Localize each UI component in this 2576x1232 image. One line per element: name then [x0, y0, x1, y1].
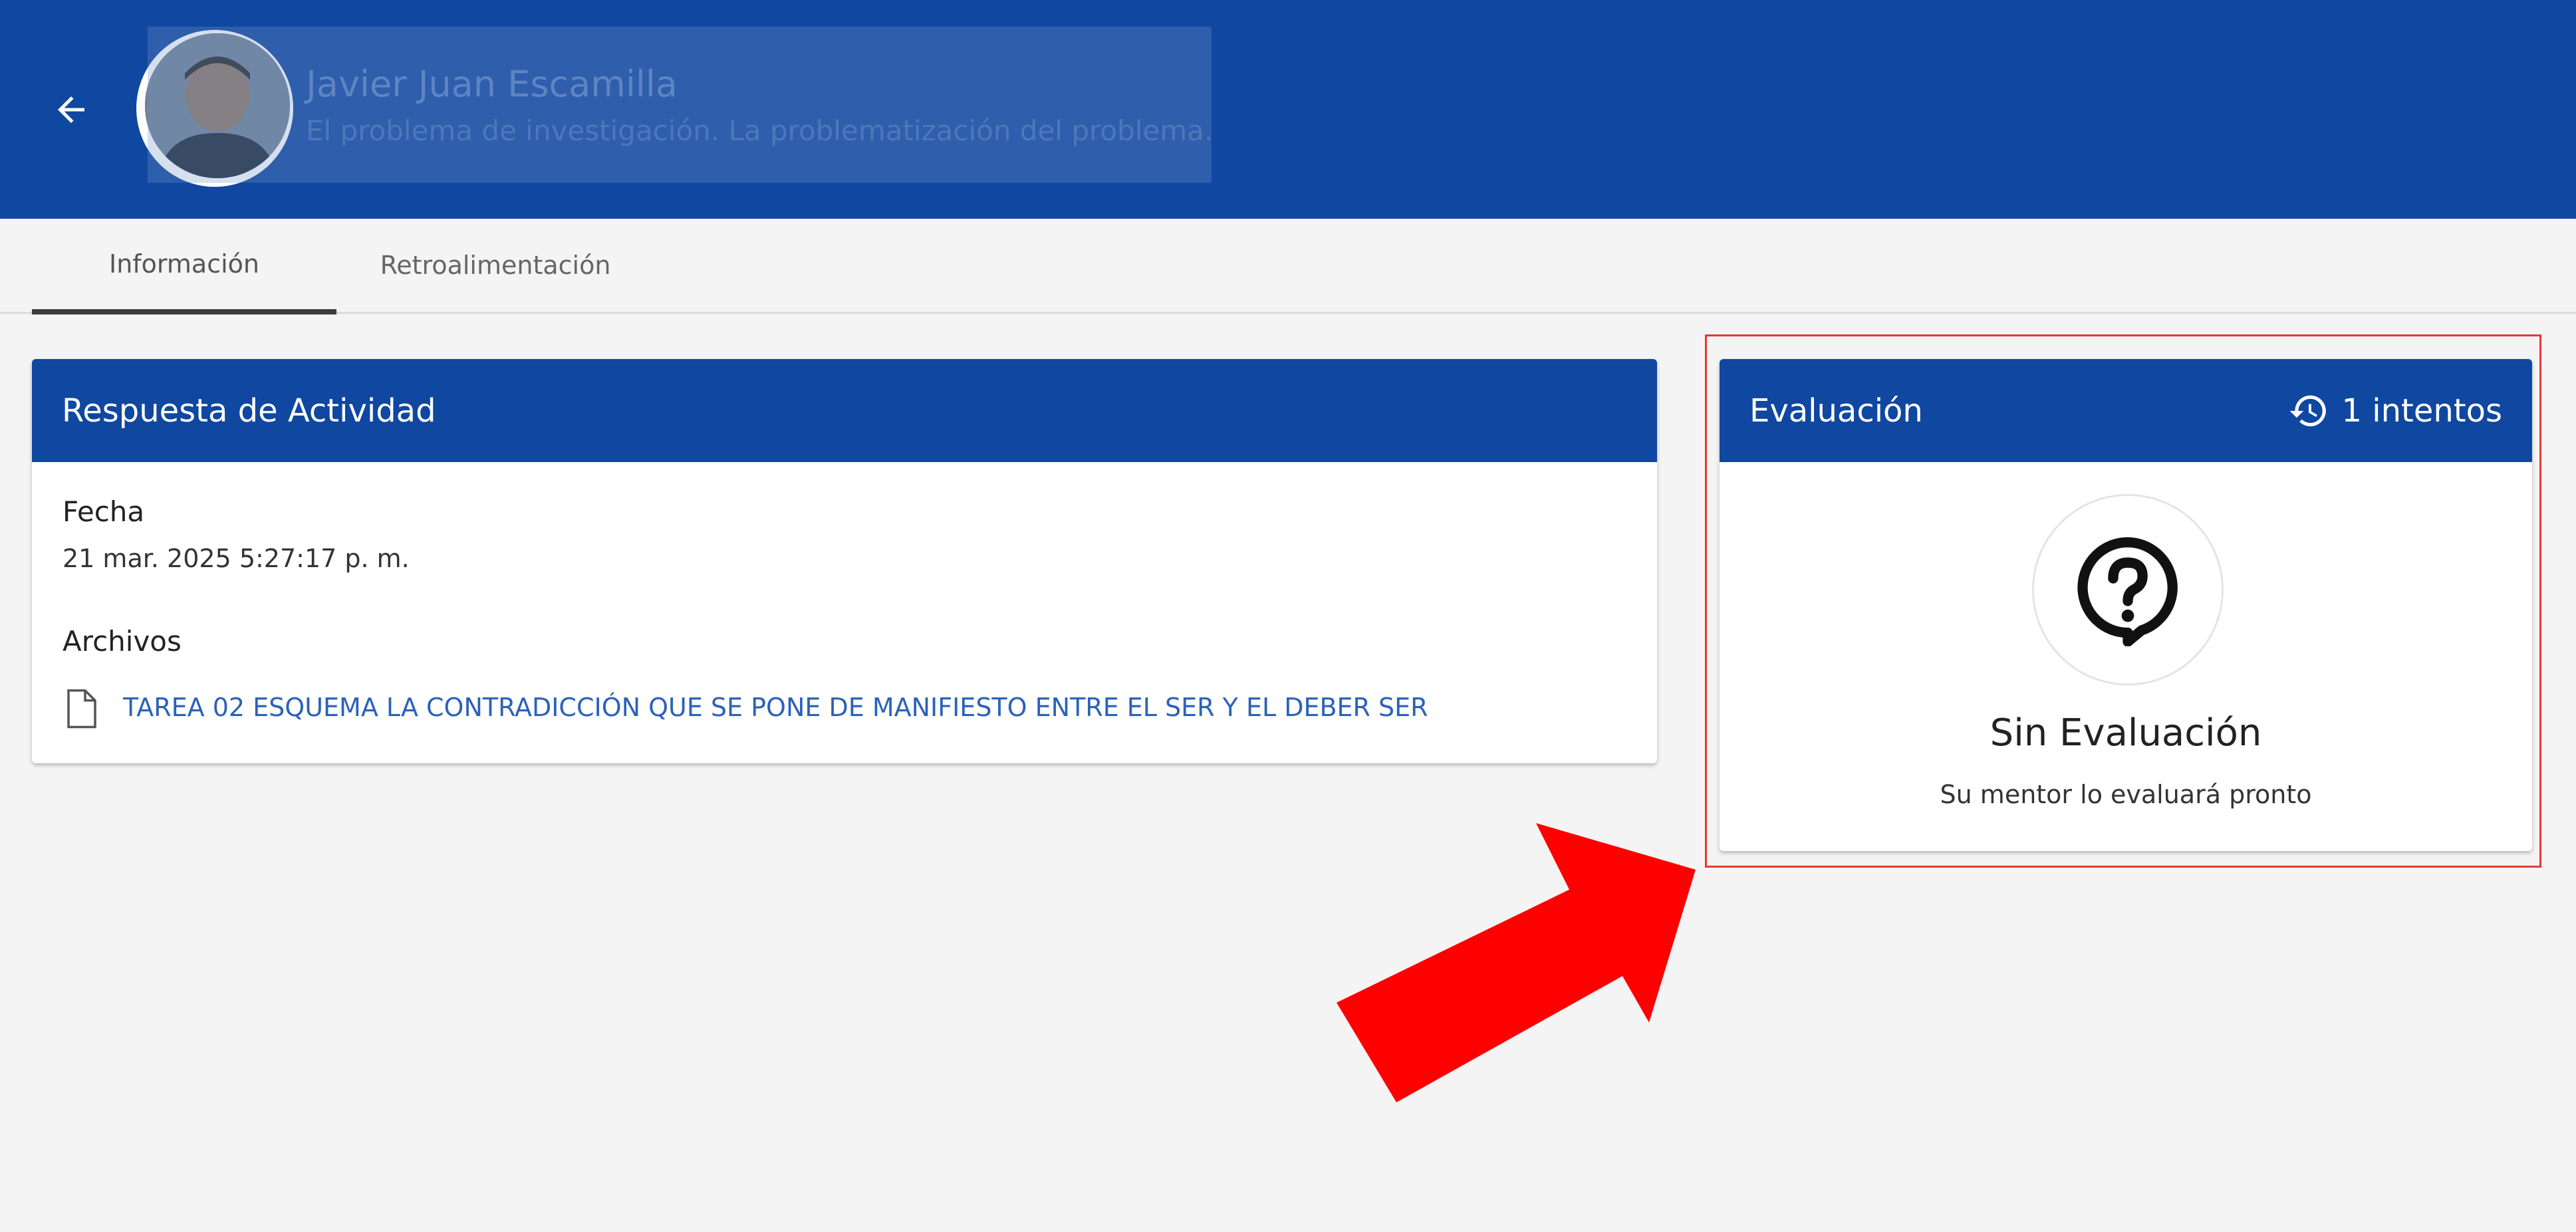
file-link[interactable]: TAREA 02 ESQUEMA LA CONTRADICCIÓN QUE SE…: [123, 693, 1428, 722]
date-value: 21 mar. 2025 5:27:17 p. m.: [63, 544, 410, 573]
tab-label: Retroalimentación: [380, 251, 611, 280]
highlight-box: [1705, 334, 2541, 868]
arrow-left-icon: [58, 96, 84, 123]
response-card: Respuesta de Actividad Fecha 21 mar. 202…: [32, 359, 1657, 763]
file-icon: [65, 689, 98, 731]
tab-informacion[interactable]: Información: [32, 219, 336, 314]
tab-bar: Información Retroalimentación: [0, 219, 2576, 314]
activity-title: El problema de investigación. La problem…: [306, 114, 1214, 147]
response-card-title: Respuesta de Actividad: [62, 392, 436, 430]
date-label: Fecha: [63, 495, 145, 528]
red-arrow-icon: [1337, 823, 1709, 1112]
app-bar: Javier Juan Escamilla El problema de inv…: [0, 0, 2576, 219]
back-button[interactable]: [41, 80, 101, 140]
files-label: Archivos: [63, 625, 182, 658]
tab-retroalimentacion[interactable]: Retroalimentación: [346, 219, 645, 312]
response-card-header: Respuesta de Actividad: [32, 359, 1657, 462]
user-name: Javier Juan Escamilla: [306, 63, 678, 105]
tab-label: Información: [109, 249, 259, 279]
